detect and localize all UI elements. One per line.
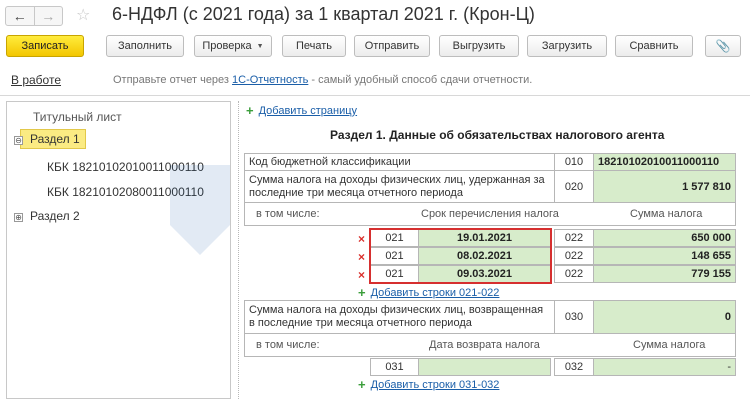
add-rows-031-032-label: Добавить строки 031-032 bbox=[370, 378, 500, 391]
document-state-link[interactable]: В работе bbox=[11, 73, 61, 87]
return-amount-header: Сумма налога bbox=[633, 339, 706, 351]
tree-item-kbk-2[interactable]: КБК 18210102080011000110 bbox=[47, 185, 204, 199]
import-button[interactable]: Загрузить bbox=[527, 35, 607, 57]
return-date-field[interactable] bbox=[418, 358, 551, 376]
header-divider bbox=[0, 95, 750, 96]
status-line: В работе Отправьте отчет через 1С-Отчетн… bbox=[0, 68, 750, 90]
check-menu-button[interactable]: Проверка ▼ bbox=[194, 35, 272, 57]
returned-code-cell: 030 bbox=[554, 300, 594, 334]
expand-icon[interactable]: ⊕ bbox=[14, 213, 23, 222]
send-button[interactable]: Отправить bbox=[354, 35, 430, 57]
withheld-value-field[interactable]: 1 577 810 bbox=[593, 170, 736, 203]
return-date-header: Дата возврата налога bbox=[429, 339, 540, 351]
plus-icon: + bbox=[358, 285, 366, 300]
navigation-buttons: ← → bbox=[5, 6, 63, 26]
delete-row-icon[interactable]: × bbox=[358, 268, 365, 282]
print-button[interactable]: Печать bbox=[282, 35, 346, 57]
dropdown-caret-icon: ▼ bbox=[256, 42, 264, 50]
add-rows-021-022-link[interactable]: + Добавить строки 021-022 bbox=[358, 285, 499, 300]
content-left-border bbox=[238, 101, 239, 399]
attach-button[interactable]: 📎 bbox=[705, 35, 741, 57]
including-label-2: в том числе: bbox=[256, 339, 320, 351]
favorite-star-icon[interactable]: ☆ bbox=[76, 5, 90, 25]
back-arrow-icon[interactable]: ← bbox=[6, 7, 34, 25]
hint-text-before: Отправьте отчет через bbox=[113, 74, 233, 86]
export-button[interactable]: Выгрузить bbox=[439, 35, 519, 57]
plus-icon: + bbox=[246, 103, 254, 118]
tree-item-section-1[interactable]: Раздел 1 bbox=[30, 132, 80, 146]
kbk-code-cell: 010 bbox=[554, 153, 594, 171]
row-code-031: 031 bbox=[370, 358, 419, 376]
reporting-hint: Отправьте отчет через 1С-Отчетность - са… bbox=[113, 74, 532, 86]
delete-row-icon[interactable]: × bbox=[358, 250, 365, 264]
reporting-service-link[interactable]: 1С-Отчетность bbox=[232, 74, 308, 86]
row-code-022: 022 bbox=[554, 247, 594, 265]
add-page-link[interactable]: + Добавить страницу bbox=[246, 103, 357, 118]
compare-button[interactable]: Сравнить bbox=[615, 35, 693, 57]
withheld-label-cell: Сумма налога на доходы физических лиц, у… bbox=[244, 170, 555, 203]
collapse-icon[interactable]: ⊖ bbox=[14, 136, 23, 145]
section-title: Раздел 1. Данные об обязательствах налог… bbox=[330, 128, 665, 142]
return-amount-field[interactable]: - bbox=[593, 358, 736, 376]
window-title: 6-НДФЛ (с 2021 года) за 1 квартал 2021 г… bbox=[112, 4, 535, 24]
paperclip-icon: 📎 bbox=[715, 39, 731, 53]
record-button[interactable]: Записать bbox=[6, 35, 84, 57]
withheld-code-cell: 020 bbox=[554, 170, 594, 203]
plus-icon: + bbox=[358, 377, 366, 392]
add-rows-021-022-label: Добавить строки 021-022 bbox=[370, 286, 500, 299]
delete-row-icon[interactable]: × bbox=[358, 232, 365, 246]
including-label: в том числе: bbox=[256, 208, 320, 220]
check-button-label: Проверка bbox=[202, 40, 252, 52]
add-rows-031-032-link[interactable]: + Добавить строки 031-032 bbox=[358, 377, 499, 392]
forward-arrow-icon[interactable]: → bbox=[33, 7, 63, 25]
title-bar: ← → ☆ 6-НДФЛ (с 2021 года) за 1 квартал … bbox=[0, 0, 750, 32]
kbk-label-cell: Код бюджетной классификации bbox=[244, 153, 555, 171]
tax-amount-field[interactable]: 650 000 bbox=[593, 229, 736, 247]
tax-amount-header: Сумма налога bbox=[630, 208, 703, 220]
row-code-022: 022 bbox=[554, 265, 594, 283]
tree-item-kbk-1[interactable]: КБК 18210102010011000110 bbox=[47, 160, 204, 174]
row-code-032: 032 bbox=[554, 358, 594, 376]
due-date-header: Срок перечисления налога bbox=[421, 208, 559, 220]
returned-label-cell: Сумма налога на доходы физических лиц, в… bbox=[244, 300, 555, 334]
command-bar: Записать Заполнить Проверка ▼ Печать Отп… bbox=[0, 35, 750, 59]
returned-value-field[interactable]: 0 bbox=[593, 300, 736, 334]
tree-item-section-2[interactable]: Раздел 2 bbox=[30, 209, 80, 223]
tree-item-title-page[interactable]: Титульный лист bbox=[33, 110, 122, 124]
tax-amount-field[interactable]: 779 155 bbox=[593, 265, 736, 283]
hint-text-after: - самый удобный способ сдачи отчетности. bbox=[308, 74, 533, 86]
highlight-frame bbox=[369, 228, 552, 284]
add-page-label: Добавить страницу bbox=[258, 104, 358, 117]
kbk-value-field[interactable]: 18210102010011000110 bbox=[593, 153, 736, 171]
tax-amount-field[interactable]: 148 655 bbox=[593, 247, 736, 265]
fill-button[interactable]: Заполнить bbox=[106, 35, 184, 57]
row-code-022: 022 bbox=[554, 229, 594, 247]
